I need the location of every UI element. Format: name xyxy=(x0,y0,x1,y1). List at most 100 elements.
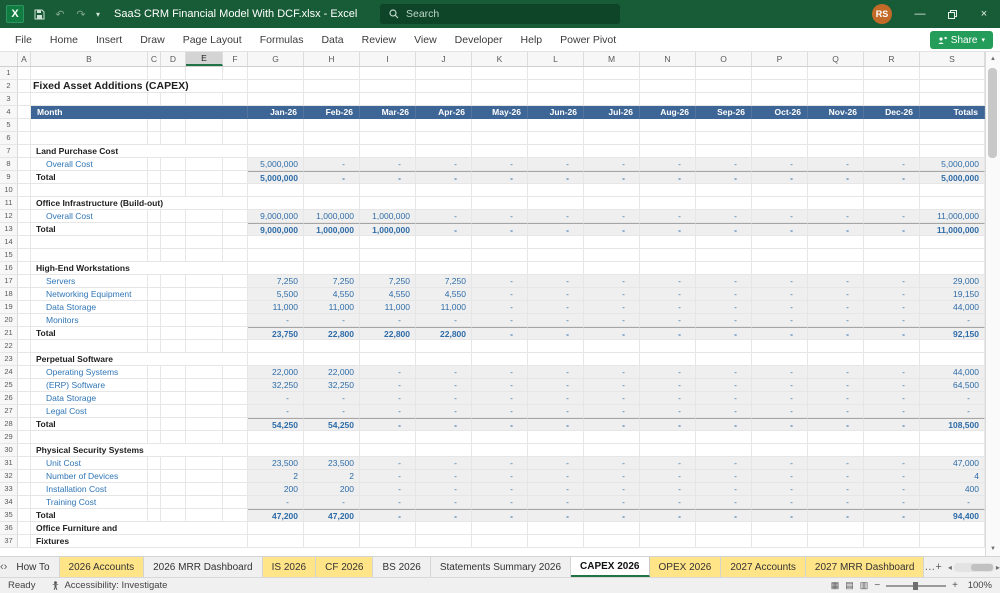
column-header-F[interactable]: F xyxy=(223,52,248,66)
cell[interactable] xyxy=(161,405,186,418)
row-number[interactable]: 26 xyxy=(0,392,18,405)
more-sheets-button[interactable]: … xyxy=(924,557,935,577)
cell[interactable] xyxy=(864,353,920,366)
cell[interactable] xyxy=(808,431,864,444)
cell[interactable] xyxy=(584,93,640,106)
value-cell[interactable]: - xyxy=(584,327,640,340)
row-number[interactable]: 5 xyxy=(0,119,18,132)
header-month[interactable]: Jul-26 xyxy=(584,106,640,119)
value-cell[interactable]: - xyxy=(752,223,808,236)
row-number[interactable]: 35 xyxy=(0,509,18,522)
value-cell[interactable]: - xyxy=(696,223,752,236)
cell[interactable] xyxy=(304,145,360,158)
value-cell[interactable]: - xyxy=(696,509,752,522)
value-cell[interactable]: - xyxy=(528,392,584,405)
value-cell[interactable]: - xyxy=(304,496,360,509)
row-total-cell[interactable]: 92,150 xyxy=(920,327,985,340)
cell[interactable] xyxy=(696,67,752,80)
avatar[interactable]: RS xyxy=(872,4,892,24)
value-cell[interactable]: - xyxy=(528,418,584,431)
value-cell[interactable]: - xyxy=(584,314,640,327)
row-total-cell[interactable]: 11,000,000 xyxy=(920,223,985,236)
cell[interactable] xyxy=(148,288,161,301)
sheet-tab-is-2026[interactable]: IS 2026 xyxy=(263,557,316,577)
cell[interactable] xyxy=(31,67,148,80)
cell[interactable] xyxy=(223,470,248,483)
cell[interactable] xyxy=(752,444,808,457)
value-cell[interactable]: - xyxy=(640,288,696,301)
cell[interactable] xyxy=(148,366,161,379)
cell[interactable] xyxy=(528,262,584,275)
row-total-cell[interactable]: - xyxy=(920,392,985,405)
cell[interactable] xyxy=(360,145,416,158)
cell[interactable] xyxy=(864,145,920,158)
cell[interactable] xyxy=(584,353,640,366)
cell[interactable] xyxy=(161,431,186,444)
cell[interactable] xyxy=(186,275,223,288)
row-number[interactable]: 16 xyxy=(0,262,18,275)
value-cell[interactable]: 47,200 xyxy=(248,509,304,522)
cell[interactable] xyxy=(472,535,528,548)
value-cell[interactable]: - xyxy=(752,379,808,392)
value-cell[interactable]: 11,000 xyxy=(416,301,472,314)
cell[interactable] xyxy=(148,93,161,106)
value-cell[interactable]: - xyxy=(752,496,808,509)
cell[interactable] xyxy=(640,522,696,535)
value-cell[interactable]: 4,550 xyxy=(304,288,360,301)
cell[interactable] xyxy=(920,67,985,80)
row-total-cell[interactable]: 44,000 xyxy=(920,366,985,379)
value-cell[interactable]: - xyxy=(808,457,864,470)
cell[interactable] xyxy=(223,340,248,353)
value-cell[interactable]: - xyxy=(640,483,696,496)
cell[interactable] xyxy=(161,223,186,236)
cell[interactable] xyxy=(696,535,752,548)
row-number[interactable]: 20 xyxy=(0,314,18,327)
value-cell[interactable]: - xyxy=(584,457,640,470)
column-header-P[interactable]: P xyxy=(752,52,808,66)
zoom-in-icon[interactable]: + xyxy=(952,580,958,591)
row-total-cell[interactable]: 11,000,000 xyxy=(920,210,985,223)
cell[interactable] xyxy=(18,197,31,210)
cell[interactable] xyxy=(360,340,416,353)
cell[interactable] xyxy=(416,262,472,275)
value-cell[interactable]: - xyxy=(528,275,584,288)
cell[interactable] xyxy=(304,522,360,535)
cell[interactable] xyxy=(186,418,223,431)
value-cell[interactable]: 1,000,000 xyxy=(304,223,360,236)
value-cell[interactable]: 22,800 xyxy=(304,327,360,340)
cell[interactable] xyxy=(920,522,985,535)
value-cell[interactable]: - xyxy=(640,158,696,171)
cell[interactable] xyxy=(696,236,752,249)
sheet-tab-capex-2026[interactable]: CAPEX 2026 xyxy=(571,557,649,577)
row-total-cell[interactable]: 19,150 xyxy=(920,288,985,301)
cell[interactable] xyxy=(864,262,920,275)
cell[interactable] xyxy=(18,509,31,522)
column-header-I[interactable]: I xyxy=(360,52,416,66)
cell[interactable] xyxy=(18,67,31,80)
value-cell[interactable]: 4,550 xyxy=(360,288,416,301)
value-cell[interactable]: - xyxy=(472,158,528,171)
value-cell[interactable]: - xyxy=(360,405,416,418)
cell[interactable] xyxy=(148,67,161,80)
cell[interactable] xyxy=(584,197,640,210)
value-cell[interactable]: - xyxy=(808,470,864,483)
value-cell[interactable]: - xyxy=(248,392,304,405)
value-cell[interactable]: 7,250 xyxy=(416,275,472,288)
ribbon-tab-file[interactable]: File xyxy=(6,28,41,51)
value-cell[interactable]: - xyxy=(640,327,696,340)
cell[interactable] xyxy=(161,327,186,340)
value-cell[interactable]: 22,800 xyxy=(360,327,416,340)
cell[interactable] xyxy=(360,353,416,366)
cell[interactable] xyxy=(528,132,584,145)
cell[interactable] xyxy=(148,275,161,288)
value-cell[interactable]: - xyxy=(416,418,472,431)
header-month[interactable]: Sep-26 xyxy=(696,106,752,119)
cell[interactable] xyxy=(223,496,248,509)
value-cell[interactable]: - xyxy=(528,158,584,171)
zoom-out-icon[interactable]: − xyxy=(874,580,880,591)
cell[interactable] xyxy=(472,67,528,80)
value-cell[interactable]: - xyxy=(528,496,584,509)
cell[interactable] xyxy=(248,145,304,158)
vertical-scrollbar-thumb[interactable] xyxy=(988,68,997,158)
section-label[interactable]: Office Furniture and xyxy=(31,522,248,535)
